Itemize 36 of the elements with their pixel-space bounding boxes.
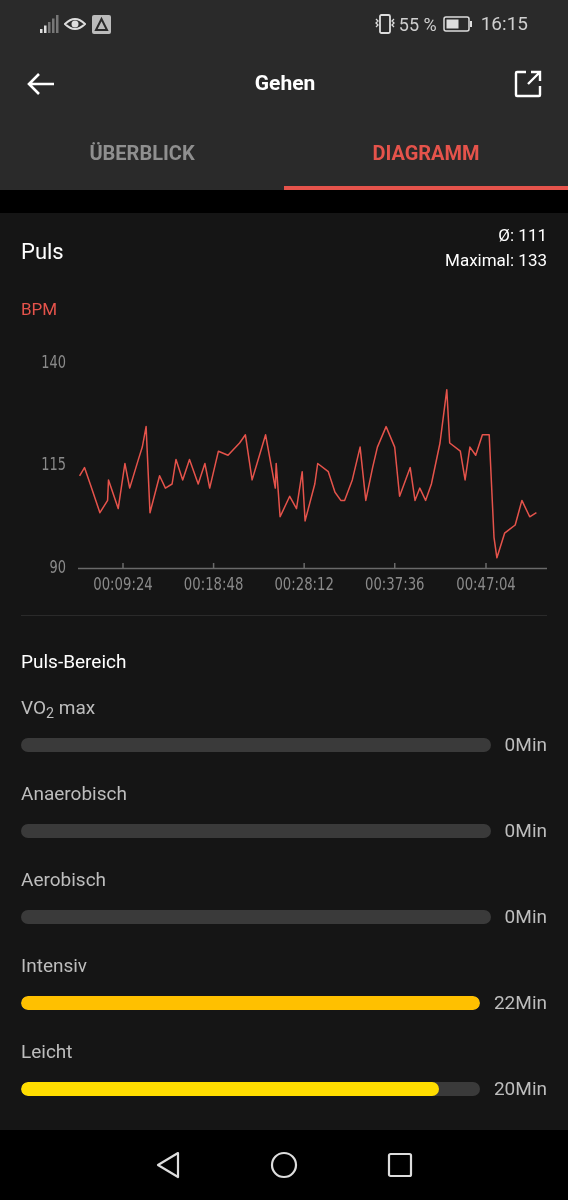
vibrate-icon [373, 14, 396, 34]
battery-percent: 55 % [398, 12, 437, 37]
zone-label: VO$_{2}$ max [21, 695, 96, 723]
home-nav-button[interactable] [270, 1151, 298, 1179]
zone-label: Intensiv [21, 953, 88, 979]
y-tick-label: 140 [41, 350, 66, 372]
maximum-value: Maximal: 133 [445, 249, 547, 272]
clock: 16:15 [480, 10, 528, 37]
zone-time: 0Min [504, 731, 547, 758]
zone-time: 0Min [504, 817, 547, 844]
signal-icon [40, 15, 60, 33]
recents-nav-button[interactable] [387, 1152, 414, 1178]
share-button[interactable] [514, 70, 542, 98]
x-tick-label: 00:47:04 [456, 573, 516, 594]
section-title: Puls-Bereich [21, 648, 127, 675]
x-tick-label: 00:37:36 [365, 573, 425, 594]
unit-label: BPM [21, 298, 58, 321]
zone-time: 20Min [493, 1075, 547, 1102]
zone-time: 0Min [504, 903, 547, 930]
x-tick-label: 00:09:24 [93, 573, 153, 594]
zone-label: Anaerobisch [21, 781, 127, 807]
back-nav-button[interactable] [154, 1151, 181, 1179]
y-tick-label: 90 [49, 555, 66, 577]
average-value: Ø: 111 [498, 224, 547, 247]
zone-label: Aerobisch [21, 867, 107, 893]
battery-icon [442, 16, 473, 32]
zone-time: 22Min [493, 989, 547, 1016]
x-tick-label: 00:28:12 [274, 573, 334, 594]
tab[interactable]: ÜBERBLICK [0, 120, 284, 190]
app-icon [92, 14, 111, 34]
y-tick-label: 115 [41, 453, 66, 475]
section-title: Puls [21, 238, 64, 266]
eye-icon [64, 16, 86, 32]
page-title: Gehen [254, 70, 316, 98]
x-tick-label: 00:18:48 [183, 573, 244, 594]
zone-label: Leicht [21, 1039, 73, 1065]
